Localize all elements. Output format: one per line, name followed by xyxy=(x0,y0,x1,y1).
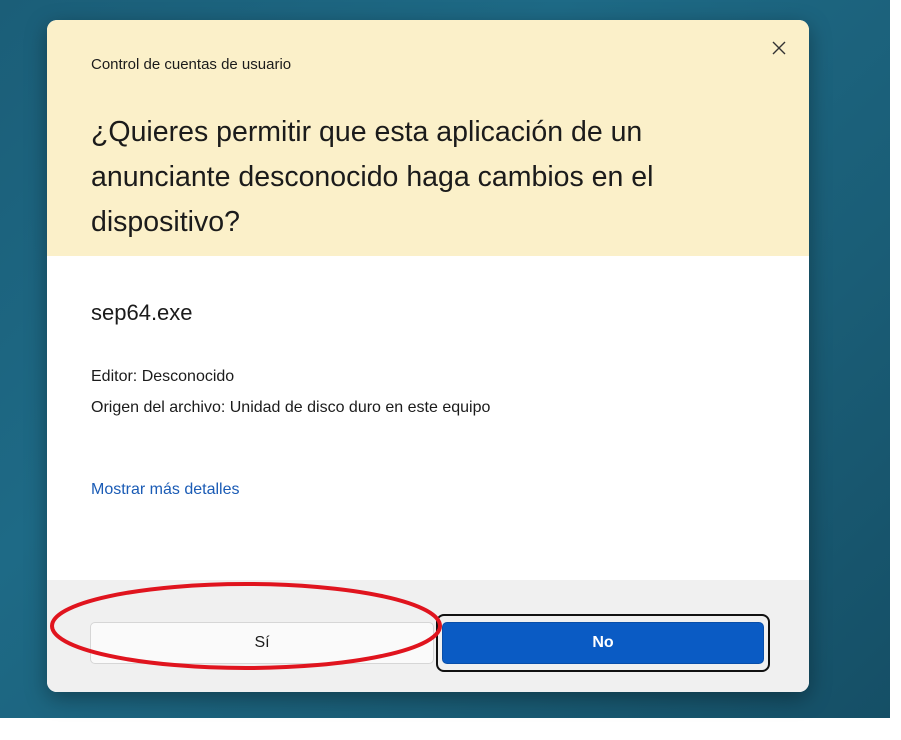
publisher-info: Editor: Desconocido xyxy=(91,368,235,385)
uac-dialog: Control de cuentas de usuario ¿Quieres p… xyxy=(47,20,809,692)
dialog-caption: Control de cuentas de usuario xyxy=(91,56,292,73)
dialog-footer: Sí No xyxy=(47,580,809,692)
dialog-body: sep64.exe Editor: Desconocido Origen del… xyxy=(47,256,809,580)
close-button[interactable] xyxy=(761,32,797,64)
app-name: sep64.exe xyxy=(91,300,193,325)
yes-button[interactable]: Sí xyxy=(90,622,434,664)
show-more-details-link[interactable]: Mostrar más detalles xyxy=(91,481,240,499)
file-origin-info: Origen del archivo: Unidad de disco duro… xyxy=(91,399,491,416)
dialog-header: Control de cuentas de usuario ¿Quieres p… xyxy=(47,20,809,256)
close-icon xyxy=(772,41,786,55)
no-button[interactable]: No xyxy=(442,622,764,664)
dialog-question: ¿Quieres permitir que esta aplicación de… xyxy=(91,116,654,238)
